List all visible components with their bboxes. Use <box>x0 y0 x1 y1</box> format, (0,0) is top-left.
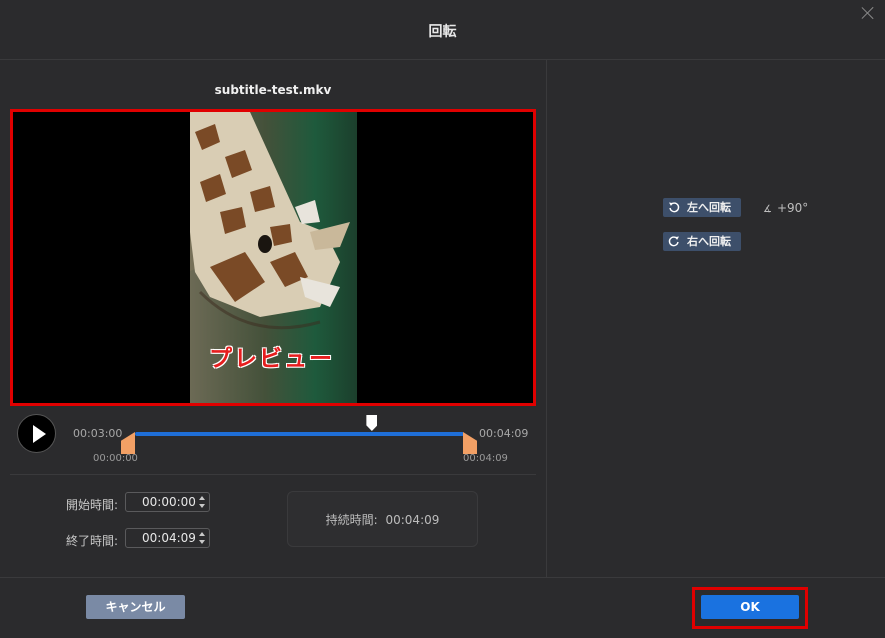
preview-overlay-label: プレビュー <box>209 346 334 372</box>
end-time-value: 00:04:09 <box>142 531 196 545</box>
end-time-label: 終了時間: <box>66 534 119 548</box>
ok-button[interactable]: OK <box>701 595 799 619</box>
video-preview: プレビュー <box>10 109 536 406</box>
start-time-stepper-icon[interactable] <box>199 495 206 509</box>
trim-end-handle[interactable] <box>463 432 477 454</box>
trim-start-handle[interactable] <box>121 432 135 454</box>
dialog-title: 回転 <box>428 24 457 40</box>
angle-value: +90° <box>776 201 809 215</box>
angle-icon: ∡ <box>763 204 772 215</box>
rotate-left-button[interactable]: 左へ回転 <box>663 198 741 217</box>
rotate-left-label: 左へ回転 <box>687 201 731 214</box>
panel-divider <box>546 60 547 577</box>
cancel-button[interactable]: キャンセル <box>86 595 185 619</box>
duration-display: 持続時間: 00:04:09 <box>287 491 478 547</box>
rotate-left-icon <box>669 202 680 213</box>
end-time: 00:04:09 <box>479 427 529 440</box>
section-divider <box>10 474 536 475</box>
rotate-right-button[interactable]: 右へ回転 <box>663 232 741 251</box>
close-icon[interactable] <box>861 6 875 20</box>
range-end-time: 00:04:09 <box>463 453 508 464</box>
current-time: 00:03:00 <box>73 427 123 440</box>
video-filename: subtitle-test.mkv <box>214 83 332 97</box>
play-button[interactable] <box>17 414 56 453</box>
playhead[interactable] <box>366 415 378 431</box>
range-start-time: 00:00:00 <box>93 453 138 464</box>
footer-divider <box>0 577 885 578</box>
duration-label: 持続時間: <box>325 513 378 527</box>
timeline-track[interactable] <box>135 432 464 436</box>
rotate-right-icon <box>668 236 679 247</box>
duration-value: 00:04:09 <box>385 513 440 527</box>
rotate-right-label: 右へ回転 <box>687 235 731 248</box>
end-time-stepper-icon[interactable] <box>199 531 206 545</box>
start-time-input[interactable]: 00:00:00 <box>125 492 210 512</box>
start-time-label: 開始時間: <box>66 498 119 512</box>
rotation-angle: ∡ +90° <box>763 201 808 215</box>
end-time-input[interactable]: 00:04:09 <box>125 528 210 548</box>
title-bar: 回転 <box>0 0 885 60</box>
start-time-value: 00:00:00 <box>142 495 196 509</box>
